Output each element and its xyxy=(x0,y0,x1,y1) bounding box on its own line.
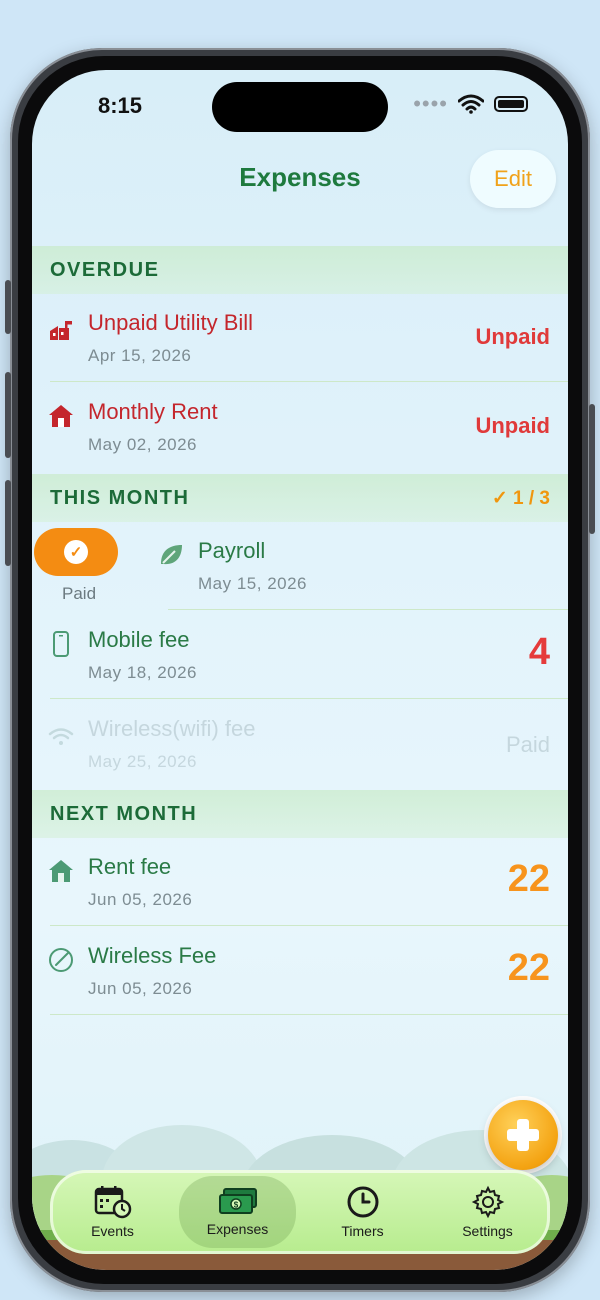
tab-settings[interactable]: Settings xyxy=(425,1170,550,1254)
money-icon: $ xyxy=(218,1188,257,1214)
item-date: May 25, 2026 xyxy=(88,752,198,771)
divider xyxy=(50,1014,568,1015)
calendar-clock-icon xyxy=(94,1186,131,1219)
item-title: Monthly Rent xyxy=(88,399,218,424)
volume-down-button xyxy=(5,480,11,566)
tab-label: Timers xyxy=(341,1223,384,1239)
status-time: 8:15 xyxy=(98,93,143,118)
days-remaining: 4 xyxy=(528,631,550,673)
tab-expenses[interactable]: $ Expenses xyxy=(175,1170,300,1254)
mark-paid-button[interactable]: ✓ xyxy=(34,528,118,576)
paid-count: ✓ 1 / 3 xyxy=(491,487,550,509)
item-title: Payroll xyxy=(198,538,266,563)
status-badge: Unpaid xyxy=(475,324,550,349)
section-label: THIS MONTH xyxy=(50,486,190,509)
status-badge: Unpaid xyxy=(475,413,550,438)
item-date: Apr 15, 2026 xyxy=(88,346,192,365)
section-header-this-month: THIS MONTH ✓ 1 / 3 xyxy=(32,474,568,522)
building-icon xyxy=(50,321,72,340)
tab-label: Settings xyxy=(462,1223,513,1239)
divider xyxy=(50,698,568,699)
list-item[interactable]: Monthly Rent May 02, 2026 Unpaid xyxy=(32,383,568,471)
add-expense-button[interactable] xyxy=(488,1100,558,1170)
item-date: May 15, 2026 xyxy=(198,574,308,593)
mark-paid-label: Paid xyxy=(62,584,97,603)
list-item[interactable]: Wireless Fee Jun 05, 2026 22 xyxy=(32,927,568,1015)
item-date: Jun 05, 2026 xyxy=(88,979,193,998)
item-title: Wireless Fee xyxy=(88,943,217,968)
item-date: May 18, 2026 xyxy=(88,663,198,682)
list-item[interactable]: Wireless(wifi) fee May 25, 2026 Paid xyxy=(32,700,568,788)
screen: 8:15 •••• Expenses Edit OVERDUE Unpaid U… xyxy=(32,70,568,1270)
list-item[interactable]: Unpaid Utility Bill Apr 15, 2026 Unpaid xyxy=(32,294,568,382)
edit-button[interactable]: Edit xyxy=(470,150,556,208)
item-title: Mobile fee xyxy=(88,627,190,652)
check-icon: ✓ xyxy=(64,540,88,564)
section-label: OVERDUE xyxy=(50,258,160,281)
tab-label: Events xyxy=(91,1223,134,1239)
svg-text:$: $ xyxy=(233,1201,238,1210)
dynamic-island xyxy=(212,82,388,132)
divider xyxy=(50,381,568,382)
item-date: May 02, 2026 xyxy=(88,435,198,454)
tab-label: Expenses xyxy=(206,1221,269,1237)
tab-bar: Events $ Expenses Timers Settings xyxy=(50,1170,550,1254)
tab-timers[interactable]: Timers xyxy=(300,1170,425,1254)
divider xyxy=(50,925,568,926)
phone-icon xyxy=(53,631,69,657)
item-title: Wireless(wifi) fee xyxy=(88,716,256,741)
list-item[interactable]: Rent fee Jun 05, 2026 22 xyxy=(32,838,568,926)
wifi-icon xyxy=(48,728,74,745)
gear-icon xyxy=(471,1185,504,1219)
section-label: NEXT MONTH xyxy=(50,802,198,825)
item-title: Rent fee xyxy=(88,854,172,879)
section-header-overdue: OVERDUE xyxy=(32,246,568,294)
phone-frame: 8:15 •••• Expenses Edit OVERDUE Unpaid U… xyxy=(5,48,595,1292)
tab-events[interactable]: Events xyxy=(50,1170,175,1254)
list-item[interactable]: ✓ Paid Payroll May 15, 2026 xyxy=(32,522,568,610)
status-indicators: •••• xyxy=(413,91,528,116)
item-date: Jun 05, 2026 xyxy=(88,890,193,909)
item-title: Unpaid Utility Bill xyxy=(88,310,254,335)
volume-up-button xyxy=(5,372,11,458)
signal-icon: •••• xyxy=(413,91,448,116)
mute-switch xyxy=(5,280,11,334)
status-badge: Paid xyxy=(505,732,550,757)
list-item[interactable]: Mobile fee May 18, 2026 4 xyxy=(32,611,568,699)
battery-icon xyxy=(494,96,528,112)
power-button xyxy=(589,404,595,534)
leaf-icon xyxy=(161,545,182,565)
wifi-status-icon xyxy=(458,94,484,114)
divider xyxy=(168,609,568,610)
days-remaining: 22 xyxy=(507,947,550,989)
clock-icon xyxy=(347,1186,378,1218)
house-icon xyxy=(49,860,73,882)
plus-icon xyxy=(507,1119,539,1151)
section-header-next-month: NEXT MONTH xyxy=(32,790,568,838)
house-icon xyxy=(49,405,73,427)
days-remaining: 22 xyxy=(507,858,550,900)
gauge-icon xyxy=(49,948,73,972)
